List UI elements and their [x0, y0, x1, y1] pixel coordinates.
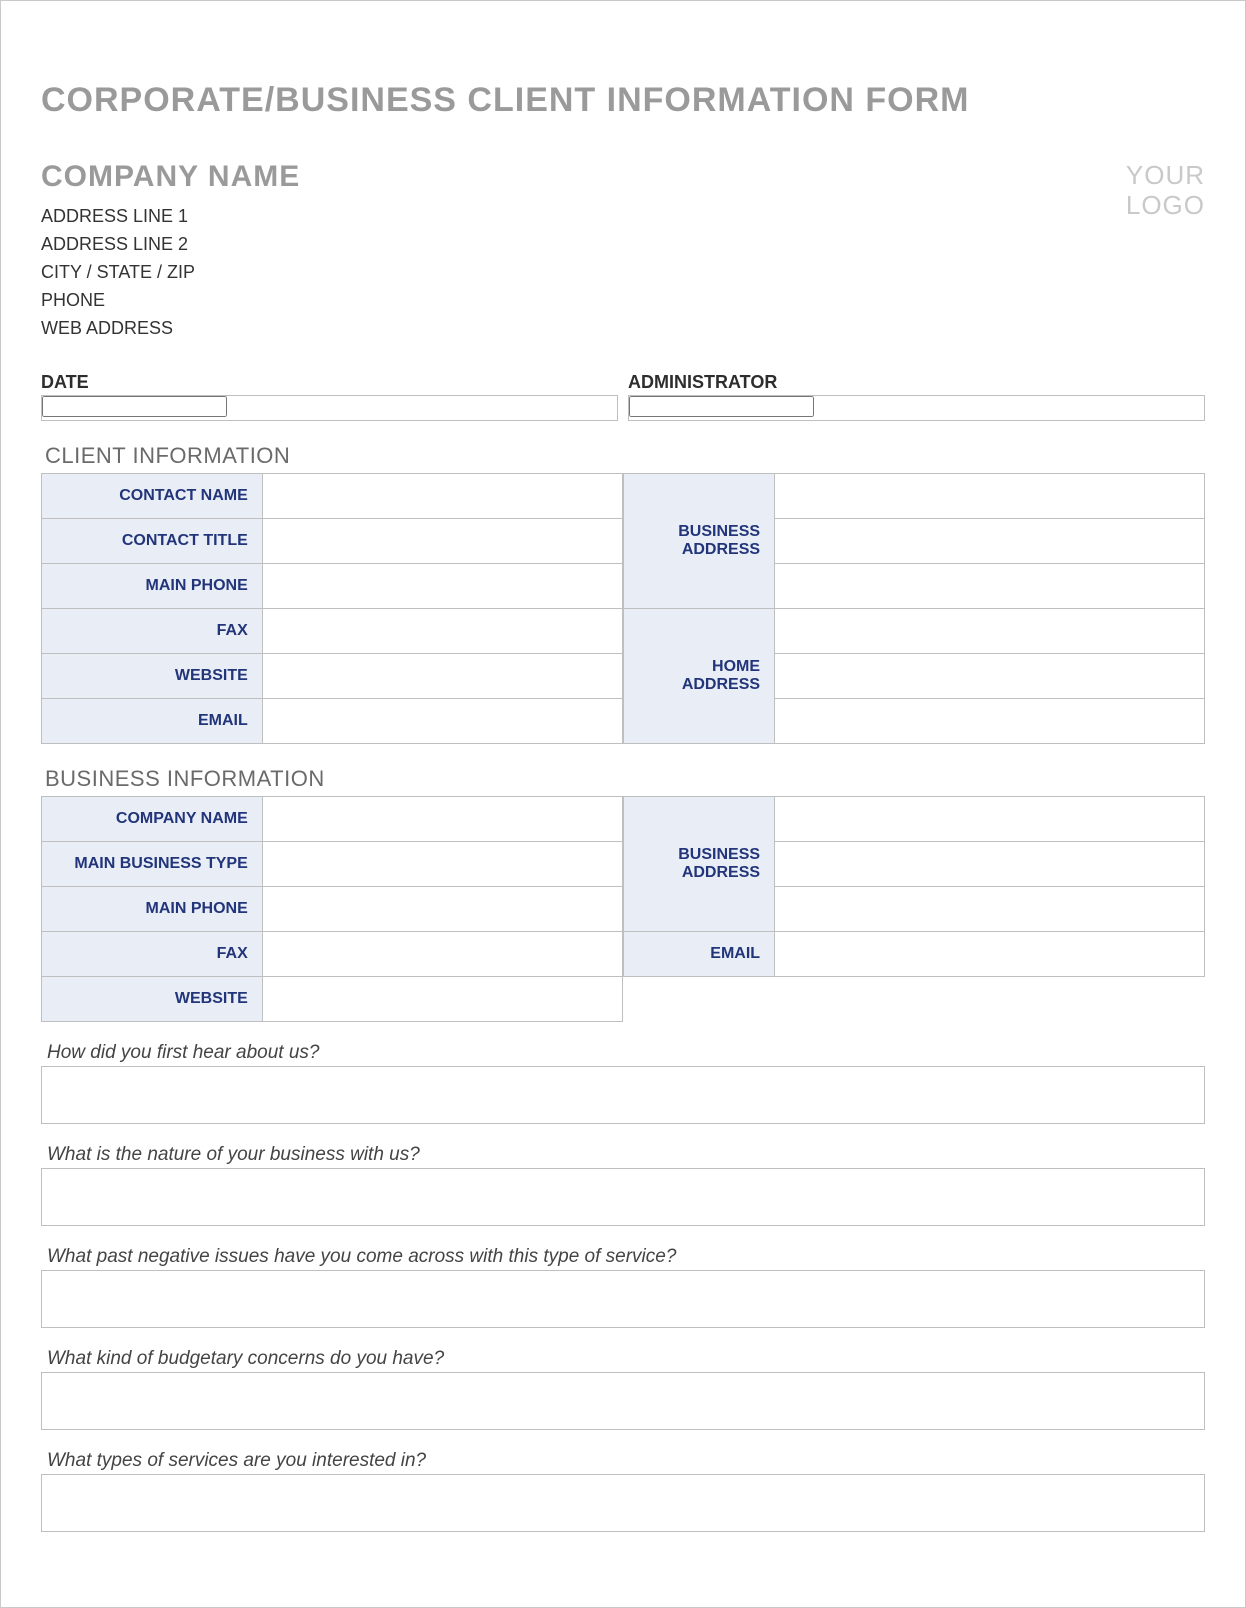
business-right-table: BUSINESS ADDRESS EMAIL [623, 796, 1205, 977]
input-client-home-addr-1[interactable] [775, 609, 1204, 653]
input-client-biz-addr-2[interactable] [775, 519, 1204, 563]
input-biz-addr-3[interactable] [775, 887, 1204, 931]
company-name: COMPANY NAME [41, 160, 300, 194]
question-1: How did you first hear about us? [47, 1042, 1205, 1064]
input-biz-type[interactable] [263, 842, 622, 886]
answer-box-1[interactable] [41, 1066, 1205, 1124]
lbl-biz-type: MAIN BUSINESS TYPE [42, 842, 263, 887]
logo-line-1: YOUR [1126, 160, 1205, 190]
input-client-biz-addr-1[interactable] [775, 474, 1204, 518]
lbl-biz-website: WEBSITE [42, 977, 263, 1022]
input-client-website[interactable] [263, 654, 622, 698]
lbl-client-main-phone: MAIN PHONE [42, 564, 263, 609]
input-biz-company-name[interactable] [263, 797, 622, 841]
lbl-client-website: WEBSITE [42, 654, 263, 699]
input-biz-fax[interactable] [263, 932, 622, 976]
header-row: COMPANY NAME ADDRESS LINE 1 ADDRESS LINE… [41, 160, 1205, 342]
input-biz-website[interactable] [263, 977, 622, 1021]
input-biz-email[interactable] [775, 932, 1204, 976]
answer-1[interactable] [42, 1067, 1204, 1123]
lbl-client-home-address: HOME ADDRESS [624, 609, 775, 744]
input-biz-addr-2[interactable] [775, 842, 1204, 886]
answer-box-5[interactable] [41, 1474, 1205, 1532]
date-admin-row: DATE ADMINISTRATOR [41, 372, 1205, 421]
section-heading-client: CLIENT INFORMATION [45, 443, 1205, 469]
city-state-zip: CITY / STATE / ZIP [41, 258, 300, 286]
question-2: What is the nature of your business with… [47, 1144, 1205, 1166]
logo-placeholder: YOUR LOGO [1126, 160, 1205, 220]
answer-box-3[interactable] [41, 1270, 1205, 1328]
lbl-client-email: EMAIL [42, 699, 263, 744]
lbl-biz-main-phone: MAIN PHONE [42, 887, 263, 932]
input-client-biz-addr-3[interactable] [775, 564, 1204, 608]
answer-box-2[interactable] [41, 1168, 1205, 1226]
logo-line-2: LOGO [1126, 190, 1205, 220]
company-block: COMPANY NAME ADDRESS LINE 1 ADDRESS LINE… [41, 160, 300, 342]
business-left-table: COMPANY NAME MAIN BUSINESS TYPE MAIN PHO… [41, 796, 623, 1022]
answer-4[interactable] [42, 1373, 1204, 1429]
answer-5[interactable] [42, 1475, 1204, 1531]
question-4: What kind of budgetary concerns do you h… [47, 1348, 1205, 1370]
lbl-biz-company-name: COMPANY NAME [42, 797, 263, 842]
admin-input-box[interactable] [628, 395, 1205, 421]
client-left-table: CONTACT NAME CONTACT TITLE MAIN PHONE FA… [41, 473, 623, 744]
lbl-client-fax: FAX [42, 609, 263, 654]
question-5: What types of services are you intereste… [47, 1450, 1205, 1472]
business-info-grid: COMPANY NAME MAIN BUSINESS TYPE MAIN PHO… [41, 796, 1205, 1022]
date-input-box[interactable] [41, 395, 618, 421]
lbl-biz-email: EMAIL [624, 932, 775, 977]
input-client-home-addr-3[interactable] [775, 699, 1204, 743]
address-line-2: ADDRESS LINE 2 [41, 230, 300, 258]
phone: PHONE [41, 286, 300, 314]
answer-box-4[interactable] [41, 1372, 1205, 1430]
answer-2[interactable] [42, 1169, 1204, 1225]
admin-input[interactable] [629, 396, 814, 417]
admin-label: ADMINISTRATOR [628, 372, 1205, 393]
input-biz-addr-1[interactable] [775, 797, 1204, 841]
address-line-1: ADDRESS LINE 1 [41, 202, 300, 230]
input-contact-title[interactable] [263, 519, 622, 563]
web-address: WEB ADDRESS [41, 314, 300, 342]
lbl-biz-fax: FAX [42, 932, 263, 977]
lbl-contact-name: CONTACT NAME [42, 474, 263, 519]
client-right-table: BUSINESS ADDRESS HOME ADDRESS [623, 473, 1205, 744]
form-sheet: CORPORATE/BUSINESS CLIENT INFORMATION FO… [0, 0, 1246, 1608]
input-client-fax[interactable] [263, 609, 622, 653]
lbl-biz-business-address: BUSINESS ADDRESS [624, 797, 775, 932]
input-client-main-phone[interactable] [263, 564, 622, 608]
lbl-contact-title: CONTACT TITLE [42, 519, 263, 564]
question-3: What past negative issues have you come … [47, 1246, 1205, 1268]
lbl-client-business-address: BUSINESS ADDRESS [624, 474, 775, 609]
input-biz-main-phone[interactable] [263, 887, 622, 931]
form-title: CORPORATE/BUSINESS CLIENT INFORMATION FO… [41, 81, 1205, 120]
date-label: DATE [41, 372, 618, 393]
client-info-grid: CONTACT NAME CONTACT TITLE MAIN PHONE FA… [41, 473, 1205, 744]
answer-3[interactable] [42, 1271, 1204, 1327]
input-contact-name[interactable] [263, 474, 622, 518]
date-input[interactable] [42, 396, 227, 417]
section-heading-business: BUSINESS INFORMATION [45, 766, 1205, 792]
input-client-email[interactable] [263, 699, 622, 743]
input-client-home-addr-2[interactable] [775, 654, 1204, 698]
